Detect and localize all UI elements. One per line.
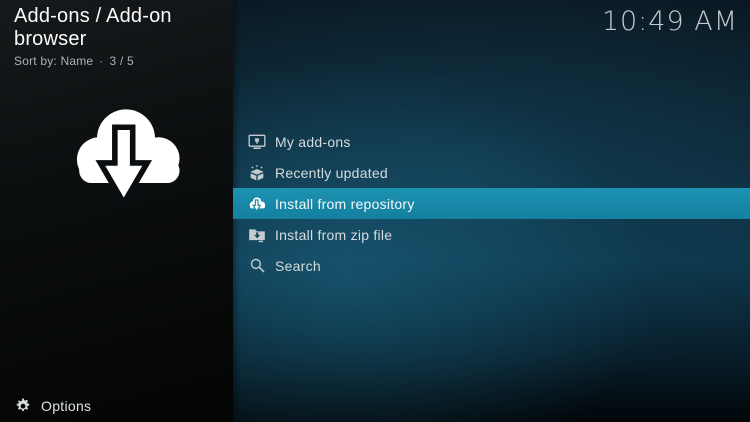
position-indicator: 3 / 5: [109, 54, 134, 68]
menu-item-recently-updated[interactable]: Recently updated: [233, 157, 750, 188]
addon-browser-menu: My add-ons Recently updated Install from…: [233, 126, 750, 281]
page-title: Add-ons / Add-on browser: [14, 5, 172, 50]
options-button[interactable]: Options: [14, 397, 91, 415]
menu-item-my-addons[interactable]: My add-ons: [233, 126, 750, 157]
options-label: Options: [41, 398, 92, 414]
cloud-download-icon: [57, 96, 195, 212]
page-header: Add-ons / Add-on browser Sort by: Name · 3…: [14, 5, 233, 68]
menu-item-label: Install from zip file: [275, 226, 393, 243]
menu-item-install-from-repository[interactable]: Install from repository: [233, 188, 750, 219]
menu-item-label: My add-ons: [275, 133, 351, 150]
separator-dot: ·: [99, 54, 104, 68]
recently-updated-icon: [246, 162, 268, 184]
menu-item-label: Install from repository: [275, 195, 415, 212]
sort-status-line: Sort by: Name · 3 / 5: [14, 54, 233, 68]
menu-item-label: Recently updated: [275, 164, 388, 181]
options-gear-icon: [14, 397, 32, 415]
left-info-panel: Add-ons / Add-on browser Sort by: Name · 3…: [0, 0, 233, 422]
menu-item-install-from-zip[interactable]: Install from zip file: [233, 219, 750, 250]
zip-file-icon: [246, 224, 268, 246]
sort-by-label: Sort by: Name: [14, 54, 94, 68]
search-icon: [246, 255, 268, 277]
clock: 10:49 AM: [601, 6, 738, 37]
cloud-download-icon: [246, 193, 268, 215]
menu-item-search[interactable]: Search: [233, 250, 750, 281]
my-addons-icon: [246, 131, 268, 153]
menu-item-label: Search: [275, 257, 321, 274]
